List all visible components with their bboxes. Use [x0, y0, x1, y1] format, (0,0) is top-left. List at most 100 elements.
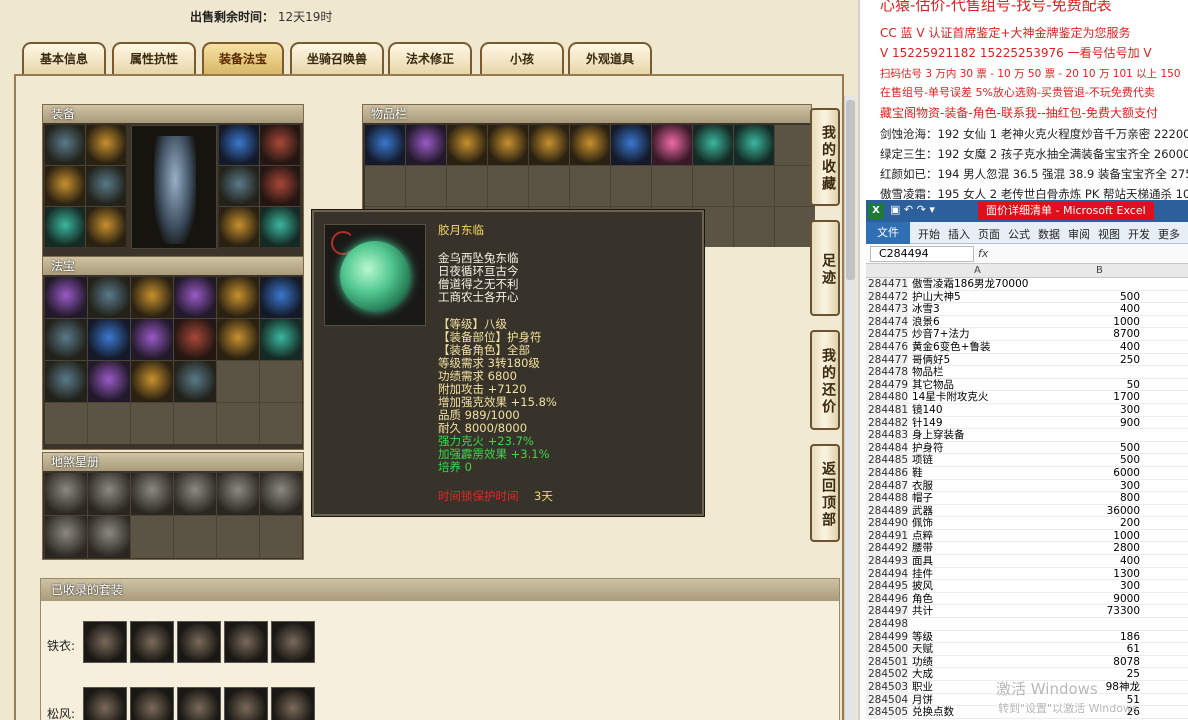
cell-a[interactable]: 傲雪凌霜186男龙70000	[912, 278, 1028, 291]
inventory-slot[interactable]	[406, 125, 446, 165]
cell-a[interactable]: 天赋	[912, 643, 933, 656]
cell-b[interactable]: 61	[1016, 643, 1140, 656]
sheet-row[interactable]: 284483 身上穿装备	[866, 429, 1188, 442]
set-item[interactable]	[224, 621, 268, 663]
cell-a[interactable]: 兑换点数	[912, 706, 954, 719]
inventory-slot[interactable]	[529, 125, 569, 165]
cell-a[interactable]: 衣服	[912, 480, 933, 493]
tab-equipment[interactable]: 装备法宝	[202, 42, 284, 74]
ribbon-tab-data[interactable]: 数据	[1038, 226, 1060, 242]
equip-slot[interactable]	[260, 166, 300, 206]
cell-b[interactable]: 8078	[1016, 656, 1140, 669]
equip-slot[interactable]	[45, 207, 85, 247]
sheet-row[interactable]: 284476 黄金6变色+鲁装 400	[866, 340, 1188, 354]
fabao-slot[interactable]	[217, 319, 259, 360]
set-item[interactable]	[83, 687, 127, 720]
scrollbar-thumb[interactable]	[846, 100, 855, 280]
fabao-slot[interactable]	[131, 277, 173, 318]
set-item[interactable]	[130, 621, 174, 663]
sheet-row[interactable]: 284499 等级 186	[866, 630, 1188, 644]
set-item[interactable]	[130, 687, 174, 720]
inventory-slot[interactable]	[488, 125, 528, 165]
sheet-row[interactable]: 284493 面具 400	[866, 555, 1188, 568]
sheet-row[interactable]: 284475 炒音7+法力 8700	[866, 328, 1188, 341]
card-slot[interactable]	[45, 473, 87, 515]
cell-a[interactable]: 针149	[912, 417, 943, 430]
inventory-slot[interactable]	[570, 125, 610, 165]
equip-slot[interactable]	[219, 125, 259, 165]
cell-a[interactable]: 共计	[912, 605, 933, 618]
cell-b[interactable]: 50	[1016, 379, 1140, 392]
set-item[interactable]	[271, 687, 315, 720]
sheet-row[interactable]: 284495 披风 300	[866, 580, 1188, 593]
card-slot[interactable]	[88, 473, 130, 515]
cell-b[interactable]: 800	[1016, 492, 1140, 505]
equip-slot[interactable]	[86, 166, 126, 206]
fabao-slot[interactable]	[45, 277, 87, 318]
cell-a[interactable]: 项链	[912, 454, 933, 467]
cell-b[interactable]: 500	[1016, 454, 1140, 467]
cell-a[interactable]: 哥俩好5	[912, 354, 950, 367]
ribbon-tab-file[interactable]: 文件	[866, 222, 910, 244]
fabao-slot[interactable]	[45, 361, 87, 402]
set-item[interactable]	[177, 621, 221, 663]
cell-b[interactable]: 36000	[1016, 505, 1140, 518]
ribbon-tab-more[interactable]: 更多	[1158, 226, 1180, 242]
equip-slot[interactable]	[86, 207, 126, 247]
cell-b[interactable]: 1000	[1016, 316, 1140, 329]
cell-a[interactable]: 身上穿装备	[912, 429, 965, 442]
cell-a[interactable]: 其它物品	[912, 379, 954, 392]
cell-b[interactable]: 500	[1016, 442, 1140, 455]
inventory-slot[interactable]	[447, 125, 487, 165]
cell-b[interactable]: 400	[1016, 303, 1140, 316]
inventory-slot[interactable]	[611, 125, 651, 165]
sheet-row[interactable]: 284500 天赋 61	[866, 643, 1188, 656]
sheet-row[interactable]: 284487 衣服 300	[866, 479, 1188, 493]
tab-children[interactable]: 小孩	[480, 42, 564, 74]
set-item[interactable]	[224, 687, 268, 720]
ribbon-tab-developer[interactable]: 开发	[1128, 226, 1150, 242]
cell-b[interactable]: 400	[1016, 555, 1140, 568]
cell-a[interactable]: 14星卡附攻克火	[912, 391, 988, 404]
sheet-row[interactable]: 284481 镜140 300	[866, 403, 1188, 417]
sheet-row[interactable]: 284494 挂件 1300	[866, 567, 1188, 581]
tab-appearance[interactable]: 外观道具	[568, 42, 652, 74]
fabao-slot[interactable]	[260, 277, 302, 318]
set-item[interactable]	[271, 621, 315, 663]
sheet-row[interactable]: 284490 佩饰 200	[866, 517, 1188, 530]
ribbon-tab-insert[interactable]: 插入	[948, 226, 970, 242]
sheet-row[interactable]: 284479 其它物品 50	[866, 378, 1188, 392]
my-counteroffer-button[interactable]: 我的还价	[810, 330, 840, 430]
cell-b[interactable]: 400	[1016, 341, 1140, 354]
sheet-row[interactable]: 284480 14星卡附攻克火 1700	[866, 391, 1188, 404]
sheet-row[interactable]: 284492 腰带 2800	[866, 542, 1188, 556]
sheet-row[interactable]: 284491 点粹 1000	[866, 529, 1188, 543]
card-slot[interactable]	[217, 473, 259, 515]
column-header[interactable]: B	[1096, 265, 1103, 276]
cell-a[interactable]: 鞋	[912, 467, 923, 480]
fabao-slot[interactable]	[260, 319, 302, 360]
back-to-top-button[interactable]: 返回顶部	[810, 444, 840, 542]
sheet-row[interactable]: 284471 傲雪凌霜186男龙70000	[866, 278, 1188, 291]
inventory-slot[interactable]	[734, 125, 774, 165]
cell-b[interactable]: 1300	[1016, 568, 1140, 581]
cell-a[interactable]: 物品栏	[912, 366, 944, 379]
cell-b[interactable]: 300	[1016, 480, 1140, 493]
fabao-slot[interactable]	[88, 277, 130, 318]
cell-b[interactable]: 250	[1016, 354, 1140, 367]
sheet-row[interactable]: 284488 帽子 800	[866, 492, 1188, 505]
sheet-row[interactable]: 284489 武器 36000	[866, 504, 1188, 518]
cell-a[interactable]: 帽子	[912, 492, 933, 505]
cell-a[interactable]: 炒音7+法力	[912, 328, 969, 341]
sheet-row[interactable]: 284478 物品栏	[866, 366, 1188, 379]
cell-a[interactable]: 月饼	[912, 694, 933, 707]
sheet-row[interactable]: 284482 针149 900	[866, 416, 1188, 430]
ribbon-tab-review[interactable]: 审阅	[1068, 226, 1090, 242]
tab-mounts[interactable]: 坐骑召唤兽	[290, 42, 384, 74]
cell-b[interactable]: 1000	[1016, 530, 1140, 543]
sheet-row[interactable]: 284501 功绩 8078	[866, 655, 1188, 669]
cell-b[interactable]: 8700	[1016, 328, 1140, 341]
cell-a[interactable]: 护身符	[912, 442, 944, 455]
cell-b[interactable]: 1700	[1016, 391, 1140, 404]
equip-slot[interactable]	[219, 207, 259, 247]
